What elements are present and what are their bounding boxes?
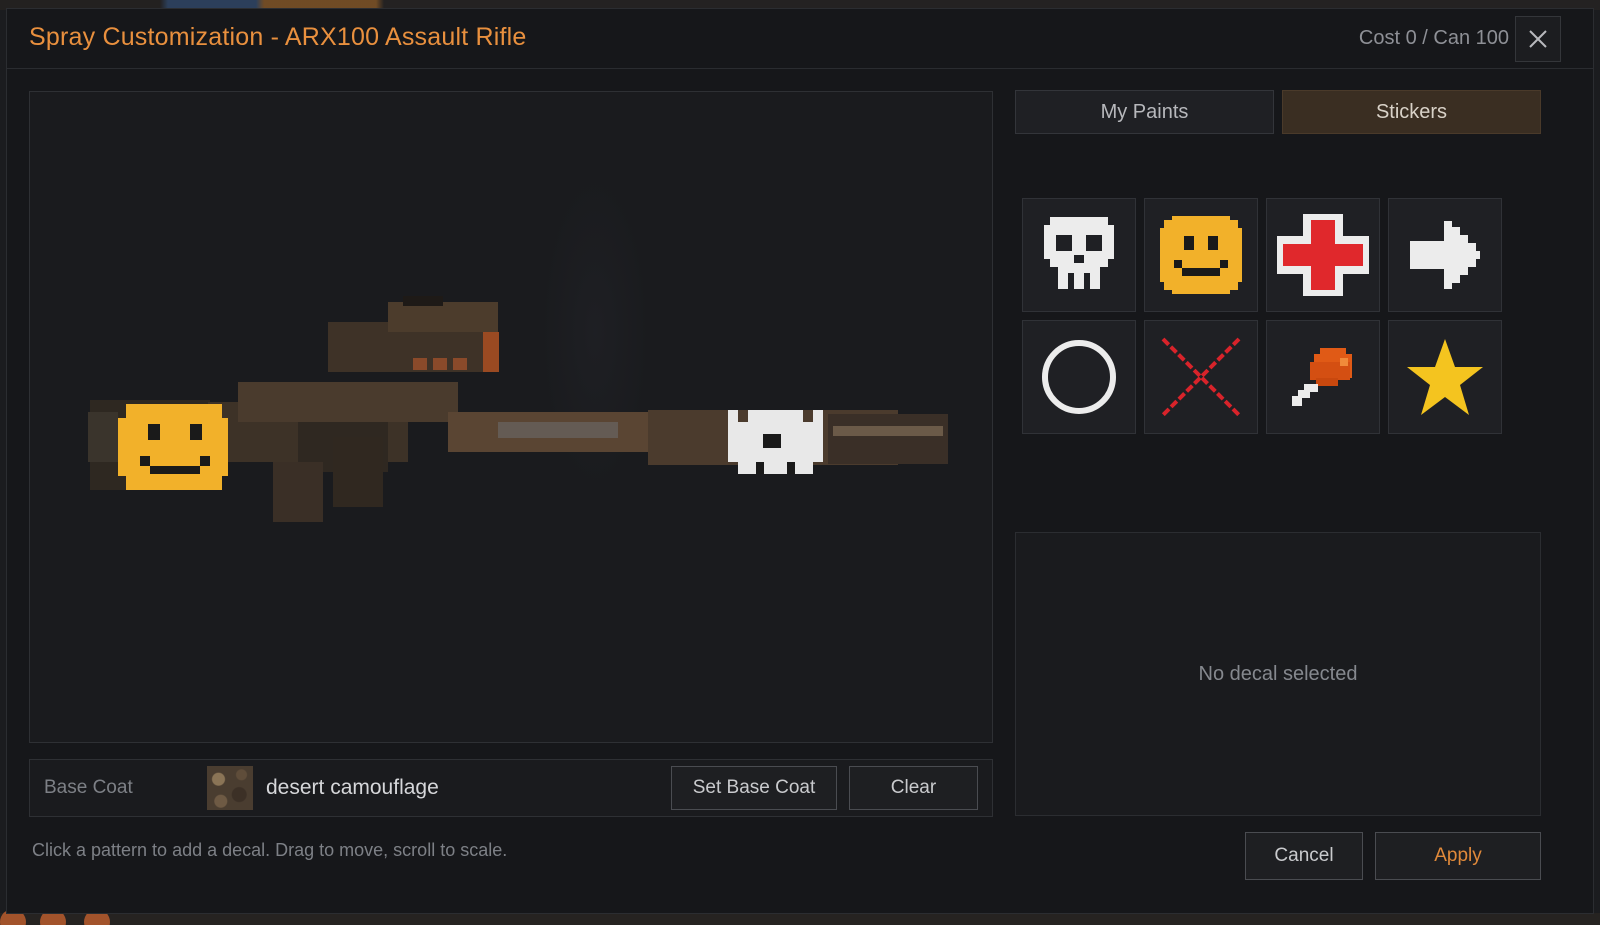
tab-stickers[interactable]: Stickers <box>1282 90 1541 134</box>
spray-customization-dialog: Spray Customization - ARX100 Assault Rif… <box>6 8 1594 914</box>
apply-button[interactable]: Apply <box>1375 832 1541 880</box>
skull-icon <box>1044 217 1114 289</box>
x-mark-icon <box>1161 337 1241 417</box>
set-base-coat-button[interactable]: Set Base Coat <box>671 766 837 810</box>
base-coat-bar: Base Coat desert camouflage Set Base Coa… <box>29 759 993 817</box>
base-coat-pattern-name: desert camouflage <box>266 776 439 799</box>
close-button[interactable] <box>1515 16 1561 62</box>
chicken-leg-icon <box>1292 348 1352 406</box>
cancel-button[interactable]: Cancel <box>1245 832 1363 880</box>
smiley-icon <box>1160 216 1242 294</box>
weapon-preview-canvas[interactable] <box>29 91 993 743</box>
tab-my-paints[interactable]: My Paints <box>1015 90 1274 134</box>
sticker-circle[interactable] <box>1022 320 1136 434</box>
applied-decal-smiley[interactable] <box>118 404 228 490</box>
sticker-smiley[interactable] <box>1144 198 1258 312</box>
no-decal-message: No decal selected <box>1198 662 1358 685</box>
sticker-chicken-leg[interactable] <box>1266 320 1380 434</box>
circle-icon <box>1042 340 1116 414</box>
sticker-x-mark[interactable] <box>1144 320 1258 434</box>
sticker-star[interactable] <box>1388 320 1502 434</box>
dialog-header: Spray Customization - ARX100 Assault Rif… <box>7 9 1593 69</box>
sticker-grid <box>1022 198 1508 434</box>
close-icon <box>1529 30 1547 48</box>
decal-details-panel: No decal selected <box>1015 532 1541 816</box>
sticker-medical-cross[interactable] <box>1266 198 1380 312</box>
base-coat-label: Base Coat <box>44 777 133 798</box>
base-coat-swatch <box>207 766 253 810</box>
sticker-arrow-right[interactable] <box>1388 198 1502 312</box>
cost-indicator: Cost 0 / Can 100 <box>1358 27 1509 49</box>
star-icon <box>1407 339 1483 415</box>
weapon-model <box>88 296 948 522</box>
instructions-hint: Click a pattern to add a decal. Drag to … <box>32 840 508 860</box>
applied-decal-skull[interactable] <box>728 410 823 474</box>
medical-cross-icon <box>1277 214 1369 296</box>
arrow-right-icon <box>1410 221 1480 289</box>
clear-base-coat-button[interactable]: Clear <box>849 766 978 810</box>
background-hud-bottom <box>0 909 1600 925</box>
sticker-skull[interactable] <box>1022 198 1136 312</box>
dialog-title: Spray Customization - ARX100 Assault Rif… <box>29 23 527 51</box>
